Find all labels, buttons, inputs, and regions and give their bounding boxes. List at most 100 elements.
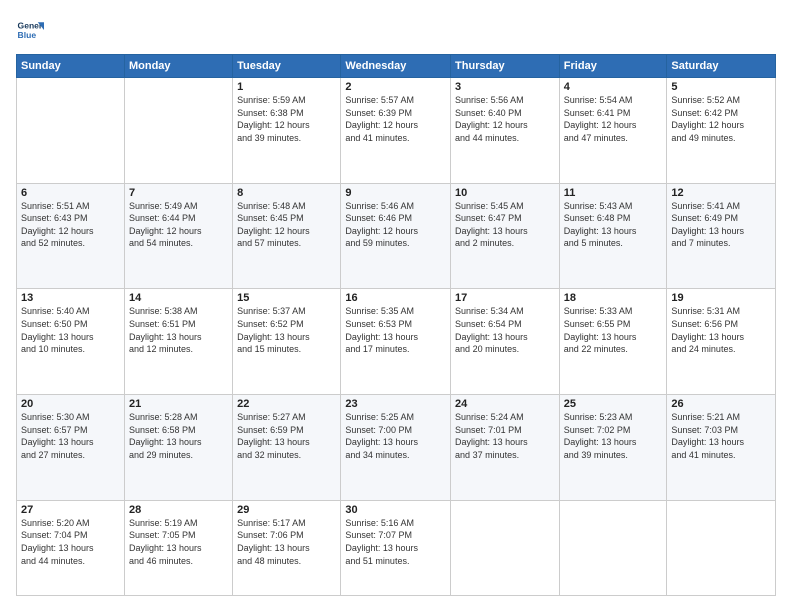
day-number: 30	[345, 504, 446, 516]
day-number: 3	[455, 81, 555, 93]
calendar-cell	[559, 500, 667, 595]
calendar-cell: 7Sunrise: 5:49 AM Sunset: 6:44 PM Daylig…	[124, 183, 232, 289]
day-number: 22	[237, 398, 336, 410]
day-detail: Sunrise: 5:51 AM Sunset: 6:43 PM Dayligh…	[21, 200, 120, 250]
calendar-cell: 20Sunrise: 5:30 AM Sunset: 6:57 PM Dayli…	[17, 395, 125, 501]
calendar-cell: 29Sunrise: 5:17 AM Sunset: 7:06 PM Dayli…	[233, 500, 341, 595]
logo: General Blue	[16, 16, 48, 44]
calendar-cell: 11Sunrise: 5:43 AM Sunset: 6:48 PM Dayli…	[559, 183, 667, 289]
day-number: 2	[345, 81, 446, 93]
calendar-cell: 10Sunrise: 5:45 AM Sunset: 6:47 PM Dayli…	[451, 183, 560, 289]
calendar-cell: 12Sunrise: 5:41 AM Sunset: 6:49 PM Dayli…	[667, 183, 776, 289]
calendar-week-1: 1Sunrise: 5:59 AM Sunset: 6:38 PM Daylig…	[17, 78, 776, 184]
calendar-cell	[124, 78, 232, 184]
day-number: 10	[455, 187, 555, 199]
svg-text:Blue: Blue	[18, 30, 37, 40]
day-detail: Sunrise: 5:52 AM Sunset: 6:42 PM Dayligh…	[671, 94, 771, 144]
day-number: 8	[237, 187, 336, 199]
day-detail: Sunrise: 5:35 AM Sunset: 6:53 PM Dayligh…	[345, 305, 446, 355]
calendar-table: SundayMondayTuesdayWednesdayThursdayFrid…	[16, 54, 776, 596]
day-detail: Sunrise: 5:23 AM Sunset: 7:02 PM Dayligh…	[564, 411, 663, 461]
day-number: 20	[21, 398, 120, 410]
calendar-cell: 23Sunrise: 5:25 AM Sunset: 7:00 PM Dayli…	[341, 395, 451, 501]
day-number: 13	[21, 292, 120, 304]
day-detail: Sunrise: 5:56 AM Sunset: 6:40 PM Dayligh…	[455, 94, 555, 144]
day-detail: Sunrise: 5:27 AM Sunset: 6:59 PM Dayligh…	[237, 411, 336, 461]
day-detail: Sunrise: 5:57 AM Sunset: 6:39 PM Dayligh…	[345, 94, 446, 144]
calendar-cell: 26Sunrise: 5:21 AM Sunset: 7:03 PM Dayli…	[667, 395, 776, 501]
day-number: 24	[455, 398, 555, 410]
calendar-week-5: 27Sunrise: 5:20 AM Sunset: 7:04 PM Dayli…	[17, 500, 776, 595]
calendar-cell: 17Sunrise: 5:34 AM Sunset: 6:54 PM Dayli…	[451, 289, 560, 395]
calendar-cell: 6Sunrise: 5:51 AM Sunset: 6:43 PM Daylig…	[17, 183, 125, 289]
calendar-header-sunday: Sunday	[17, 55, 125, 78]
calendar-week-4: 20Sunrise: 5:30 AM Sunset: 6:57 PM Dayli…	[17, 395, 776, 501]
day-number: 25	[564, 398, 663, 410]
day-detail: Sunrise: 5:49 AM Sunset: 6:44 PM Dayligh…	[129, 200, 228, 250]
logo-icon: General Blue	[16, 16, 44, 44]
day-detail: Sunrise: 5:28 AM Sunset: 6:58 PM Dayligh…	[129, 411, 228, 461]
calendar-cell: 9Sunrise: 5:46 AM Sunset: 6:46 PM Daylig…	[341, 183, 451, 289]
day-number: 18	[564, 292, 663, 304]
calendar-week-2: 6Sunrise: 5:51 AM Sunset: 6:43 PM Daylig…	[17, 183, 776, 289]
calendar-cell	[667, 500, 776, 595]
day-detail: Sunrise: 5:43 AM Sunset: 6:48 PM Dayligh…	[564, 200, 663, 250]
calendar-cell: 21Sunrise: 5:28 AM Sunset: 6:58 PM Dayli…	[124, 395, 232, 501]
calendar-cell: 13Sunrise: 5:40 AM Sunset: 6:50 PM Dayli…	[17, 289, 125, 395]
day-detail: Sunrise: 5:17 AM Sunset: 7:06 PM Dayligh…	[237, 517, 336, 567]
day-detail: Sunrise: 5:21 AM Sunset: 7:03 PM Dayligh…	[671, 411, 771, 461]
day-detail: Sunrise: 5:16 AM Sunset: 7:07 PM Dayligh…	[345, 517, 446, 567]
day-detail: Sunrise: 5:38 AM Sunset: 6:51 PM Dayligh…	[129, 305, 228, 355]
day-number: 12	[671, 187, 771, 199]
calendar-cell: 19Sunrise: 5:31 AM Sunset: 6:56 PM Dayli…	[667, 289, 776, 395]
day-number: 9	[345, 187, 446, 199]
day-detail: Sunrise: 5:19 AM Sunset: 7:05 PM Dayligh…	[129, 517, 228, 567]
day-detail: Sunrise: 5:37 AM Sunset: 6:52 PM Dayligh…	[237, 305, 336, 355]
svg-text:General: General	[18, 20, 44, 30]
day-number: 29	[237, 504, 336, 516]
calendar-header-friday: Friday	[559, 55, 667, 78]
page: General Blue SundayMondayTuesdayWednesda…	[0, 0, 792, 612]
day-number: 28	[129, 504, 228, 516]
day-detail: Sunrise: 5:30 AM Sunset: 6:57 PM Dayligh…	[21, 411, 120, 461]
calendar-header-thursday: Thursday	[451, 55, 560, 78]
day-detail: Sunrise: 5:25 AM Sunset: 7:00 PM Dayligh…	[345, 411, 446, 461]
day-detail: Sunrise: 5:34 AM Sunset: 6:54 PM Dayligh…	[455, 305, 555, 355]
calendar-header-saturday: Saturday	[667, 55, 776, 78]
calendar-cell: 24Sunrise: 5:24 AM Sunset: 7:01 PM Dayli…	[451, 395, 560, 501]
calendar-header-wednesday: Wednesday	[341, 55, 451, 78]
calendar-header-monday: Monday	[124, 55, 232, 78]
day-detail: Sunrise: 5:24 AM Sunset: 7:01 PM Dayligh…	[455, 411, 555, 461]
day-number: 1	[237, 81, 336, 93]
calendar-cell: 25Sunrise: 5:23 AM Sunset: 7:02 PM Dayli…	[559, 395, 667, 501]
calendar-header-tuesday: Tuesday	[233, 55, 341, 78]
calendar-cell: 27Sunrise: 5:20 AM Sunset: 7:04 PM Dayli…	[17, 500, 125, 595]
day-number: 15	[237, 292, 336, 304]
calendar-cell: 4Sunrise: 5:54 AM Sunset: 6:41 PM Daylig…	[559, 78, 667, 184]
day-number: 27	[21, 504, 120, 516]
calendar-cell: 16Sunrise: 5:35 AM Sunset: 6:53 PM Dayli…	[341, 289, 451, 395]
calendar-cell	[17, 78, 125, 184]
day-detail: Sunrise: 5:40 AM Sunset: 6:50 PM Dayligh…	[21, 305, 120, 355]
day-detail: Sunrise: 5:59 AM Sunset: 6:38 PM Dayligh…	[237, 94, 336, 144]
day-detail: Sunrise: 5:45 AM Sunset: 6:47 PM Dayligh…	[455, 200, 555, 250]
day-number: 6	[21, 187, 120, 199]
calendar-week-3: 13Sunrise: 5:40 AM Sunset: 6:50 PM Dayli…	[17, 289, 776, 395]
calendar-cell: 3Sunrise: 5:56 AM Sunset: 6:40 PM Daylig…	[451, 78, 560, 184]
day-number: 11	[564, 187, 663, 199]
day-detail: Sunrise: 5:54 AM Sunset: 6:41 PM Dayligh…	[564, 94, 663, 144]
calendar-cell: 30Sunrise: 5:16 AM Sunset: 7:07 PM Dayli…	[341, 500, 451, 595]
calendar-cell: 22Sunrise: 5:27 AM Sunset: 6:59 PM Dayli…	[233, 395, 341, 501]
calendar-cell: 18Sunrise: 5:33 AM Sunset: 6:55 PM Dayli…	[559, 289, 667, 395]
calendar-cell: 14Sunrise: 5:38 AM Sunset: 6:51 PM Dayli…	[124, 289, 232, 395]
day-number: 14	[129, 292, 228, 304]
day-detail: Sunrise: 5:33 AM Sunset: 6:55 PM Dayligh…	[564, 305, 663, 355]
day-number: 19	[671, 292, 771, 304]
day-detail: Sunrise: 5:31 AM Sunset: 6:56 PM Dayligh…	[671, 305, 771, 355]
calendar-cell: 2Sunrise: 5:57 AM Sunset: 6:39 PM Daylig…	[341, 78, 451, 184]
day-number: 5	[671, 81, 771, 93]
day-number: 16	[345, 292, 446, 304]
header: General Blue	[16, 16, 776, 44]
calendar-cell: 15Sunrise: 5:37 AM Sunset: 6:52 PM Dayli…	[233, 289, 341, 395]
calendar-cell: 1Sunrise: 5:59 AM Sunset: 6:38 PM Daylig…	[233, 78, 341, 184]
